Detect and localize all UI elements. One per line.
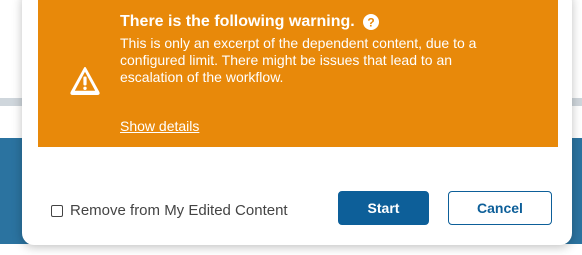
warning-title: There is the following warning. [120,13,355,30]
remove-from-edited-checkbox[interactable] [51,205,63,217]
warning-triangle-icon [70,67,100,95]
cancel-button[interactable]: Cancel [448,191,552,225]
background-divider-right [572,98,582,106]
start-workflow-dialog: ▲ There is the following warning. ? This… [22,0,572,245]
start-button[interactable]: Start [338,191,429,225]
svg-text:?: ? [367,15,374,29]
background-bottom [0,244,582,255]
warning-title-row: There is the following warning. ? [120,12,379,32]
question-circle-icon[interactable]: ? [362,14,379,30]
background-divider-left [0,98,22,106]
warning-message: This is only an excerpt of the dependent… [120,35,477,85]
show-details-link[interactable]: Show details [120,118,199,134]
remove-from-edited-label[interactable]: Remove from My Edited Content [70,202,288,220]
